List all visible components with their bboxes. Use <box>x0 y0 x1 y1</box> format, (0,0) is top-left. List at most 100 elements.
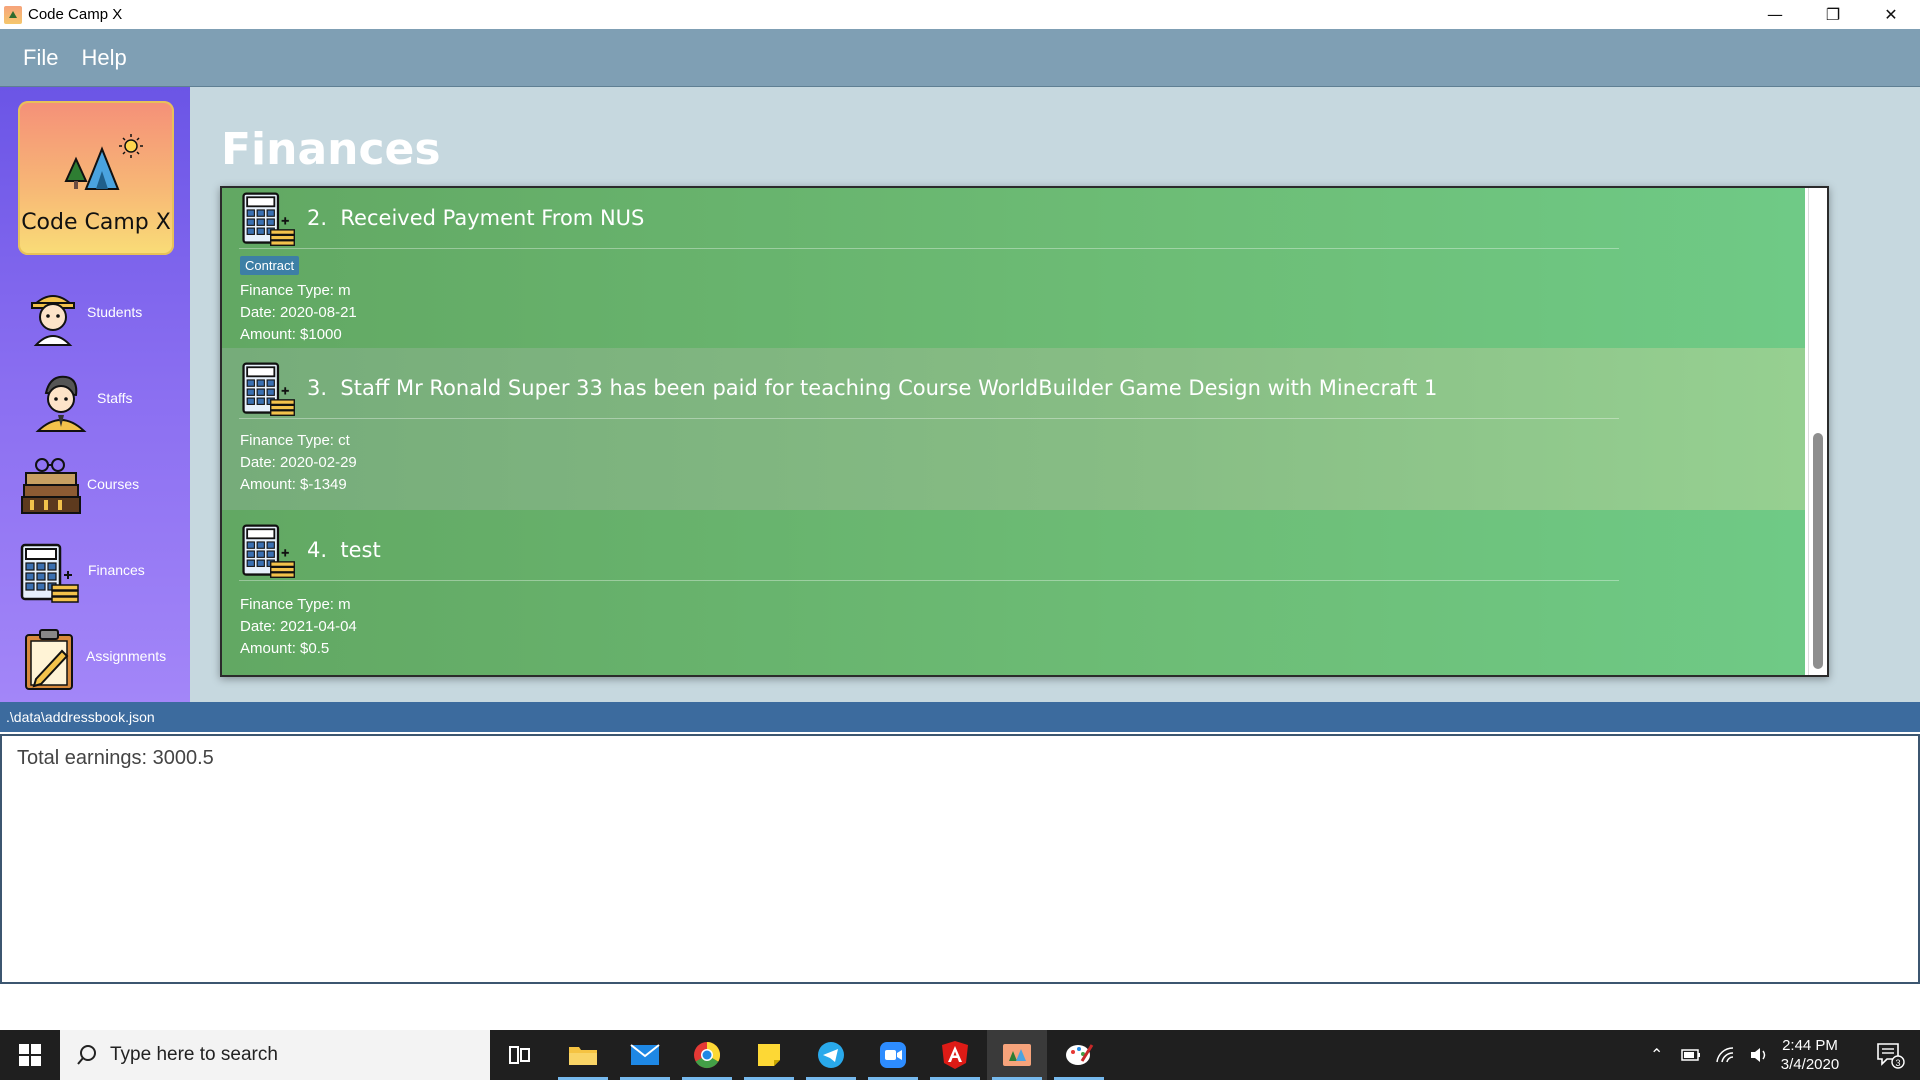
mail-button[interactable] <box>615 1030 675 1080</box>
finance-card[interactable]: 3. Staff Mr Ronald Super 33 has been pai… <box>222 348 1805 510</box>
sidebar: Code Camp X Students Staffs Courses Fina… <box>0 87 190 702</box>
mail-icon <box>630 1044 660 1065</box>
finance-description: Staff Mr Ronald Super 33 has been paid f… <box>340 376 1438 400</box>
zoom-icon <box>880 1042 906 1068</box>
chrome-button[interactable] <box>677 1030 737 1080</box>
finance-card[interactable]: 2. Received Payment From NUS Contract Fi… <box>222 188 1805 348</box>
file-explorer-button[interactable] <box>553 1030 613 1080</box>
finance-index: 2. <box>307 206 328 230</box>
show-hidden-icons-icon[interactable]: ⌃ <box>1650 1045 1663 1065</box>
finance-date: Date: 2021-04-04 <box>240 618 357 635</box>
calculator-icon <box>20 543 79 603</box>
notification-icon: 3 <box>1877 1043 1905 1069</box>
sidebar-item-finances[interactable]: Finances <box>0 533 190 613</box>
finance-title: 2. Received Payment From NUS <box>307 206 644 230</box>
finance-tag: Contract <box>240 256 300 275</box>
sidebar-item-label: Staffs <box>97 390 133 406</box>
sidebar-item-students[interactable]: Students <box>0 275 190 355</box>
taskbar: Type here to search ⌃ 2:44 PM 3/4/2020 3 <box>0 1030 1920 1080</box>
task-view-icon <box>509 1046 530 1064</box>
sidebar-item-staffs[interactable]: Staffs <box>0 361 190 441</box>
telegram-icon <box>818 1042 844 1068</box>
task-view-button[interactable] <box>490 1030 550 1080</box>
finance-index: 4. <box>307 538 328 562</box>
sidebar-item-label: Finances <box>88 562 145 578</box>
app-logo: Code Camp X <box>18 101 174 255</box>
sidebar-item-assignments[interactable]: Assignments <box>0 619 190 699</box>
finance-amount: Amount: $-1349 <box>240 476 347 493</box>
angular-icon <box>942 1041 968 1069</box>
file-path-bar: .\data\addressbook.json <box>0 702 1920 732</box>
angular-button[interactable] <box>925 1030 985 1080</box>
menu-file[interactable]: File <box>23 45 58 71</box>
page-title: Finances <box>221 124 441 175</box>
list-scrollbar[interactable] <box>1808 188 1827 675</box>
student-icon <box>31 295 75 346</box>
result-display[interactable]: Total earnings: 3000.5 <box>0 734 1920 984</box>
finance-card[interactable]: 4. test Finance Type: m Date: 2021-04-04… <box>222 510 1805 675</box>
clock-date: 3/4/2020 <box>1780 1056 1840 1073</box>
finance-title: 3. Staff Mr Ronald Super 33 has been pai… <box>307 376 1437 400</box>
logo-text: Code Camp X <box>21 210 171 235</box>
card-divider <box>239 248 1619 249</box>
windows-icon <box>19 1044 41 1066</box>
clipboard-icon <box>25 629 73 690</box>
codecampx-taskbar-button[interactable] <box>987 1030 1047 1080</box>
search-placeholder: Type here to search <box>110 1044 278 1065</box>
finance-type: Finance Type: ct <box>240 432 350 449</box>
courses-icon <box>21 458 81 514</box>
sidebar-item-label: Courses <box>87 476 140 492</box>
notification-count: 3 <box>1895 1058 1900 1068</box>
calculator-icon <box>242 362 295 416</box>
finance-date: Date: 2020-08-21 <box>240 304 357 321</box>
finance-index: 3. <box>307 376 328 400</box>
calculator-icon <box>242 192 295 246</box>
camp-logo-icon <box>64 134 143 190</box>
result-text: Total earnings: 3000.5 <box>17 747 214 769</box>
app-icon <box>4 5 22 24</box>
finance-type: Finance Type: m <box>240 596 351 613</box>
staff-icon <box>35 375 87 432</box>
chrome-icon <box>694 1041 721 1069</box>
finance-description: Received Payment From NUS <box>340 206 645 230</box>
paint-button[interactable] <box>1049 1030 1109 1080</box>
codecampx-app-icon <box>1003 1044 1031 1066</box>
battery-icon[interactable] <box>1681 1048 1701 1062</box>
finance-amount: Amount: $0.5 <box>240 640 330 657</box>
calculator-icon <box>242 524 295 578</box>
taskbar-clock[interactable]: 2:44 PM 3/4/2020 <box>1770 1036 1850 1074</box>
card-divider <box>239 418 1619 419</box>
finance-list[interactable]: 2. Received Payment From NUS Contract Fi… <box>220 186 1829 677</box>
window-title: Code Camp X <box>28 6 123 23</box>
finance-date: Date: 2020-02-29 <box>240 454 357 471</box>
card-divider <box>239 580 1619 581</box>
finance-title: 4. test <box>307 538 381 562</box>
finance-description: test <box>340 538 381 562</box>
menu-bar: File Help <box>0 29 1920 87</box>
sticky-notes-button[interactable] <box>739 1030 799 1080</box>
sidebar-item-label: Assignments <box>86 648 167 664</box>
title-bar: Code Camp X — ❐ ✕ <box>0 0 1920 29</box>
system-tray: ⌃ <box>1650 1030 1769 1080</box>
sidebar-item-label: Students <box>87 304 143 320</box>
volume-icon[interactable] <box>1749 1046 1769 1064</box>
sticky-notes-icon <box>758 1044 780 1066</box>
clock-time: 2:44 PM <box>1782 1037 1838 1054</box>
folder-icon <box>569 1047 597 1065</box>
restore-button[interactable]: ❐ <box>1804 0 1862 29</box>
paint-icon <box>1066 1044 1094 1065</box>
scrollbar-thumb[interactable] <box>1813 433 1823 669</box>
wifi-icon[interactable] <box>1715 1046 1737 1064</box>
search-icon <box>77 1045 96 1065</box>
finance-type: Finance Type: m <box>240 282 351 299</box>
telegram-button[interactable] <box>801 1030 861 1080</box>
menu-help[interactable]: Help <box>81 45 126 71</box>
main-panel: Finances 2. Received Payment From NUS Co… <box>190 87 1920 702</box>
start-button[interactable] <box>0 1030 60 1080</box>
sidebar-item-courses[interactable]: Courses <box>0 447 190 527</box>
zoom-button[interactable] <box>863 1030 923 1080</box>
minimize-button[interactable]: — <box>1746 0 1804 29</box>
notifications-button[interactable]: 3 <box>1860 1030 1920 1080</box>
taskbar-search[interactable]: Type here to search <box>60 1030 490 1080</box>
close-button[interactable]: ✕ <box>1862 0 1920 29</box>
